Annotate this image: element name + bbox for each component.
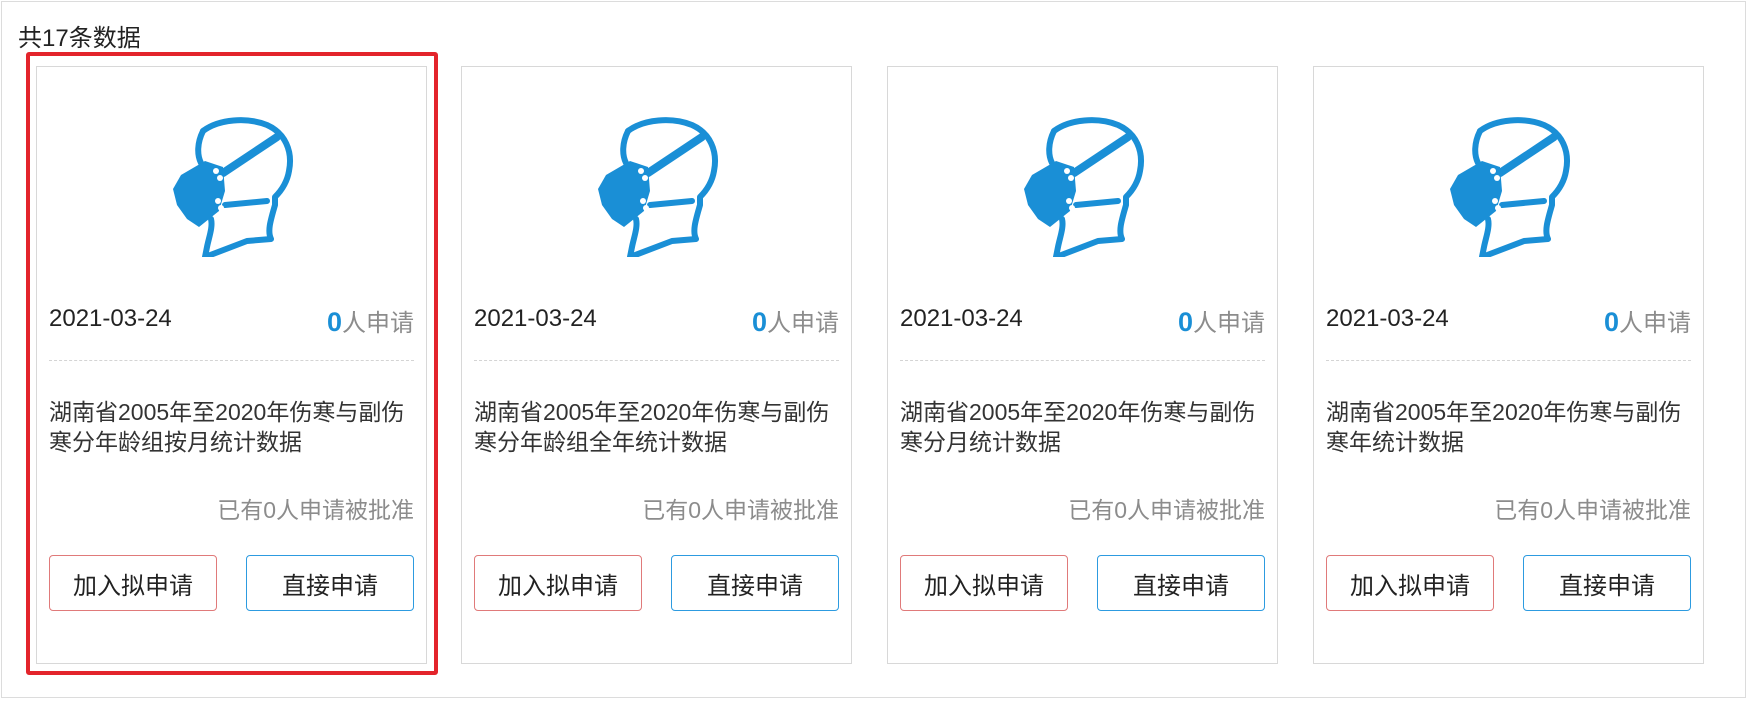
card-date: 2021-03-24: [474, 305, 597, 332]
card-divider: [900, 360, 1265, 361]
mask-head-icon: [462, 115, 851, 257]
dataset-card[interactable]: 2021-03-24 0人申请 湖南省2005年至2020年伤寒与副伤寒分年龄组…: [461, 66, 852, 664]
direct-apply-button[interactable]: 直接申请: [246, 555, 414, 611]
approved-count-text: 已有0人申请被批准: [217, 497, 414, 523]
add-to-draft-button[interactable]: 加入拟申请: [49, 555, 217, 611]
add-to-draft-button[interactable]: 加入拟申请: [1326, 555, 1494, 611]
dataset-title[interactable]: 湖南省2005年至2020年伤寒与副伤寒年统计数据: [1326, 397, 1691, 457]
apply-count: 0人申请: [327, 303, 414, 338]
apply-count-suffix: 人申请: [342, 310, 414, 337]
apply-count: 0人申请: [1178, 303, 1265, 338]
mask-head-icon: [1314, 115, 1703, 257]
apply-count-number: 0: [1603, 307, 1619, 337]
mask-head-icon: [37, 115, 426, 257]
approved-count-text: 已有0人申请被批准: [1494, 497, 1691, 523]
dataset-card[interactable]: 2021-03-24 0人申请 湖南省2005年至2020年伤寒与副伤寒分月统计…: [887, 66, 1278, 664]
apply-count-number: 0: [326, 307, 342, 337]
card-divider: [49, 360, 414, 361]
dataset-card[interactable]: 2021-03-24 0人申请 湖南省2005年至2020年伤寒与副伤寒分年龄组…: [36, 66, 427, 664]
apply-count-suffix: 人申请: [1619, 310, 1691, 337]
approved-count-text: 已有0人申请被批准: [1068, 497, 1265, 523]
direct-apply-button[interactable]: 直接申请: [1523, 555, 1691, 611]
apply-count-number: 0: [751, 307, 767, 337]
direct-apply-button[interactable]: 直接申请: [671, 555, 839, 611]
card-divider: [474, 360, 839, 361]
dataset-card[interactable]: 2021-03-24 0人申请 湖南省2005年至2020年伤寒与副伤寒年统计数…: [1313, 66, 1704, 664]
dataset-title[interactable]: 湖南省2005年至2020年伤寒与副伤寒分年龄组全年统计数据: [474, 397, 839, 457]
apply-count-suffix: 人申请: [1193, 310, 1265, 337]
apply-count-number: 0: [1177, 307, 1193, 337]
apply-count: 0人申请: [752, 303, 839, 338]
direct-apply-button[interactable]: 直接申请: [1097, 555, 1265, 611]
card-divider: [1326, 360, 1691, 361]
apply-count: 0人申请: [1604, 303, 1691, 338]
card-date: 2021-03-24: [900, 305, 1023, 332]
add-to-draft-button[interactable]: 加入拟申请: [474, 555, 642, 611]
apply-count-suffix: 人申请: [767, 310, 839, 337]
dataset-title[interactable]: 湖南省2005年至2020年伤寒与副伤寒分年龄组按月统计数据: [49, 397, 414, 457]
total-count-label: 共17条数据: [18, 25, 141, 52]
mask-head-icon: [888, 115, 1277, 257]
dataset-title[interactable]: 湖南省2005年至2020年伤寒与副伤寒分月统计数据: [900, 397, 1265, 457]
add-to-draft-button[interactable]: 加入拟申请: [900, 555, 1068, 611]
card-date: 2021-03-24: [1326, 305, 1449, 332]
approved-count-text: 已有0人申请被批准: [642, 497, 839, 523]
card-date: 2021-03-24: [49, 305, 172, 332]
